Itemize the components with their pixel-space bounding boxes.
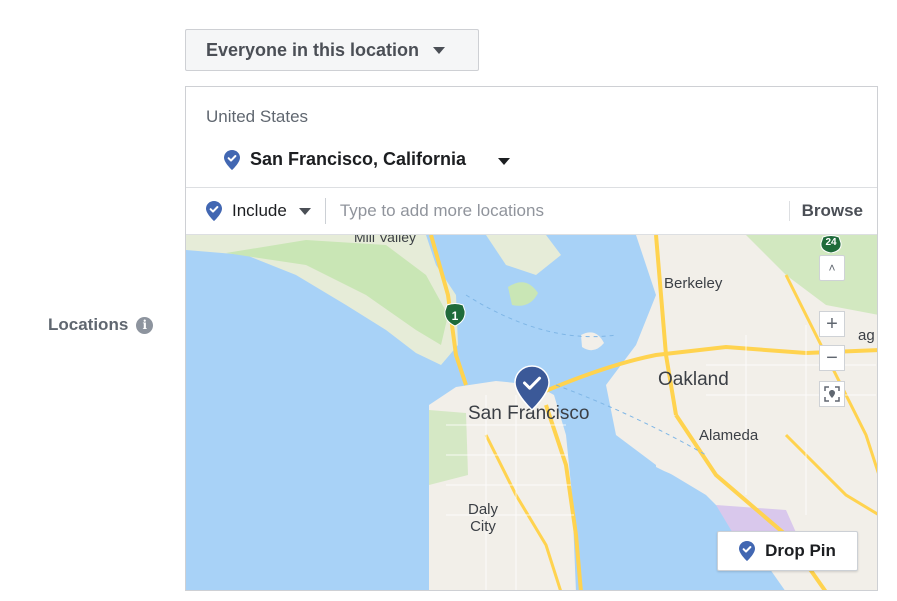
location-pin-icon bbox=[224, 149, 240, 170]
recenter-button[interactable] bbox=[819, 381, 845, 407]
map-label-oakland: Oakland bbox=[658, 369, 729, 390]
location-search-row: Include Browse bbox=[186, 187, 877, 235]
map-label-edge-fragment: ag bbox=[858, 327, 875, 344]
caret-down-icon bbox=[433, 46, 446, 54]
location-pin-icon bbox=[739, 541, 756, 561]
include-dropdown-label: Include bbox=[232, 201, 287, 220]
map-pan-up-button[interactable]: ˄ bbox=[819, 255, 845, 281]
location-search-input[interactable] bbox=[325, 200, 789, 222]
drop-pin-button[interactable]: Drop Pin bbox=[717, 531, 858, 571]
audience-dropdown-label: Everyone in this location bbox=[206, 39, 420, 60]
caret-down-icon[interactable] bbox=[498, 158, 511, 165]
audience-dropdown[interactable]: Everyone in this location bbox=[185, 29, 479, 71]
include-dropdown[interactable]: Include bbox=[186, 198, 326, 224]
map-label-daly-line2: City bbox=[470, 518, 496, 535]
highway-24-number: 24 bbox=[825, 237, 837, 248]
selected-location-name: San Francisco, California bbox=[250, 149, 467, 169]
recenter-icon bbox=[824, 386, 840, 402]
highway-1-shield: 1 bbox=[444, 303, 466, 327]
map-location-pin-icon[interactable] bbox=[514, 365, 550, 411]
location-pin-icon bbox=[206, 201, 222, 221]
map-view[interactable]: Mill Valley Berkeley Oakland San Francis… bbox=[186, 235, 877, 590]
location-panel: United States San Francisco, California … bbox=[185, 86, 878, 591]
selected-location[interactable]: San Francisco, California bbox=[224, 149, 511, 170]
highway-1-number: 1 bbox=[451, 309, 459, 323]
info-icon[interactable]: i bbox=[136, 316, 154, 334]
zoom-in-button[interactable]: + bbox=[819, 311, 845, 337]
map-label-mill-valley: Mill Valley bbox=[354, 235, 416, 245]
drop-pin-label: Drop Pin bbox=[765, 541, 836, 560]
highway-24-shield: 24 bbox=[820, 235, 842, 254]
map-label-berkeley: Berkeley bbox=[664, 275, 723, 292]
locations-label-text: Locations bbox=[48, 315, 129, 334]
map-label-daly-line1: Daly bbox=[468, 501, 499, 518]
map-label-alameda: Alameda bbox=[699, 427, 759, 444]
zoom-out-button[interactable]: − bbox=[819, 345, 845, 371]
browse-button[interactable]: Browse bbox=[788, 201, 877, 221]
map-label-daly-city: Daly City bbox=[468, 501, 498, 535]
locations-label: Locations i bbox=[48, 315, 154, 335]
country-heading: United States bbox=[206, 107, 309, 126]
caret-down-icon bbox=[298, 207, 311, 215]
